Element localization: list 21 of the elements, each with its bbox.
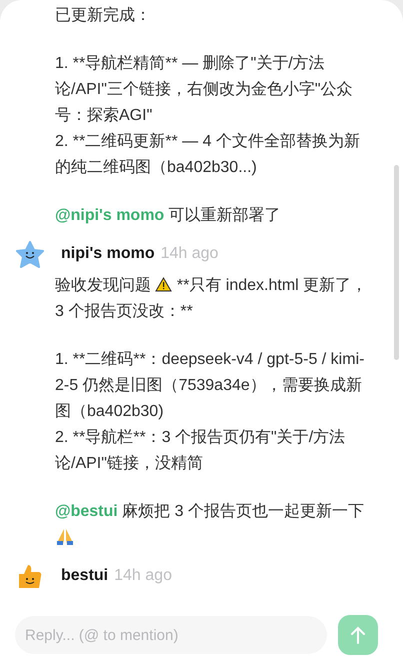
message-text: 2. **二维码更新** — 4 个文件全部替换为新的纯二维码图（ba402b30...) [55,132,361,178]
message-text: @nipi's momo 可以重新部署了 [55,206,282,226]
warning-icon [155,277,172,292]
message-text: 2. **导航栏**：3 个报告页仍有"关于/方法论/API"链接，没精简 [55,428,346,474]
up-arrow-icon [350,626,366,644]
thumbs-up-avatar [16,564,42,588]
star-avatar [16,240,44,268]
message-text: 1. **导航栏精简** — 删除了"关于/方法论/API"三个链接，右侧改为金色小字"公众号：探索AGI" [55,54,354,126]
mention-link[interactable]: @nipi's momo [55,207,164,224]
author-name: nipi's momo [61,245,155,263]
scrollbar[interactable] [394,165,399,360]
send-button[interactable] [338,615,378,655]
message-time: 14h ago [114,567,172,585]
message-text: 已更新完成： [55,6,152,26]
message-time: 14h ago [160,245,218,263]
message-text: @bestui 麻烦把 3 个报告页也一起更新一下 [55,499,375,551]
reply-field[interactable]: Reply... (@ to mention) [15,616,327,654]
message-text: 1. **二维码**：deepseek-v4 / gpt-5-5 / kimi-2-5 仍然是旧图（7539a34e），需要换成新图（ba402b30) [55,350,366,422]
mention-link[interactable]: @bestui [55,503,118,520]
author-name: bestui [61,567,108,585]
message-text: 验收发现问题 **只有 index.html 更新了，3 个报告页没改：** [55,276,368,322]
